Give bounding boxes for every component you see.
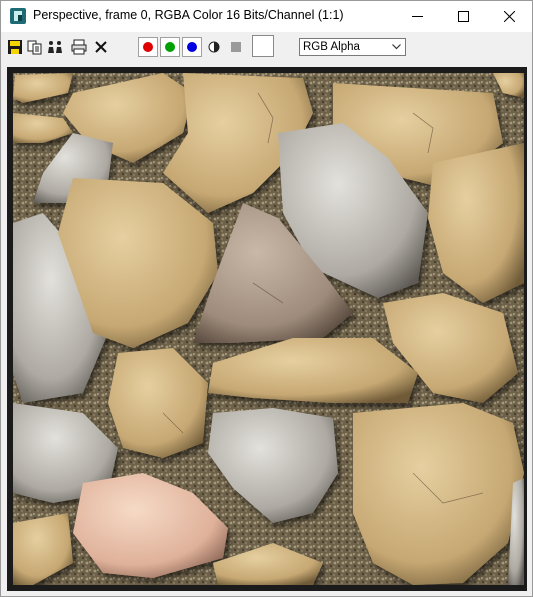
display-alpha-icon[interactable] (206, 39, 222, 55)
monochrome-icon[interactable] (228, 39, 244, 55)
title-bar[interactable]: Perspective, frame 0, RGBA Color 16 Bits… (1, 1, 532, 32)
close-button[interactable] (486, 1, 532, 32)
print-icon[interactable] (71, 39, 87, 55)
maximize-button[interactable] (440, 1, 486, 32)
red-channel-button[interactable] (138, 37, 158, 57)
blue-dot-icon (187, 42, 197, 52)
clear-icon[interactable] (93, 39, 109, 55)
maximize-icon (457, 11, 469, 22)
channel-select-value: RGB Alpha (303, 41, 360, 53)
render-frame-window: Perspective, frame 0, RGBA Color 16 Bits… (0, 0, 533, 597)
cobblestone-render (13, 73, 524, 585)
save-image-icon[interactable] (7, 39, 23, 55)
clone-window-icon[interactable] (47, 39, 63, 55)
red-dot-icon (143, 42, 153, 52)
color-swatch[interactable] (252, 35, 274, 57)
minimize-button[interactable] (394, 1, 440, 32)
channel-display-select[interactable]: RGB Alpha (299, 38, 406, 56)
blue-channel-button[interactable] (182, 37, 202, 57)
window-title: Perspective, frame 0, RGBA Color 16 Bits… (33, 8, 344, 22)
minimize-icon (411, 16, 423, 17)
3dsmax-app-icon (10, 8, 26, 24)
green-dot-icon (165, 42, 175, 52)
render-toolbar: RGB Alpha (1, 32, 532, 62)
green-channel-button[interactable] (160, 37, 180, 57)
close-icon (503, 11, 515, 22)
rendered-image[interactable] (13, 73, 524, 585)
copy-image-icon[interactable] (27, 39, 43, 55)
chevron-down-icon (390, 39, 402, 55)
